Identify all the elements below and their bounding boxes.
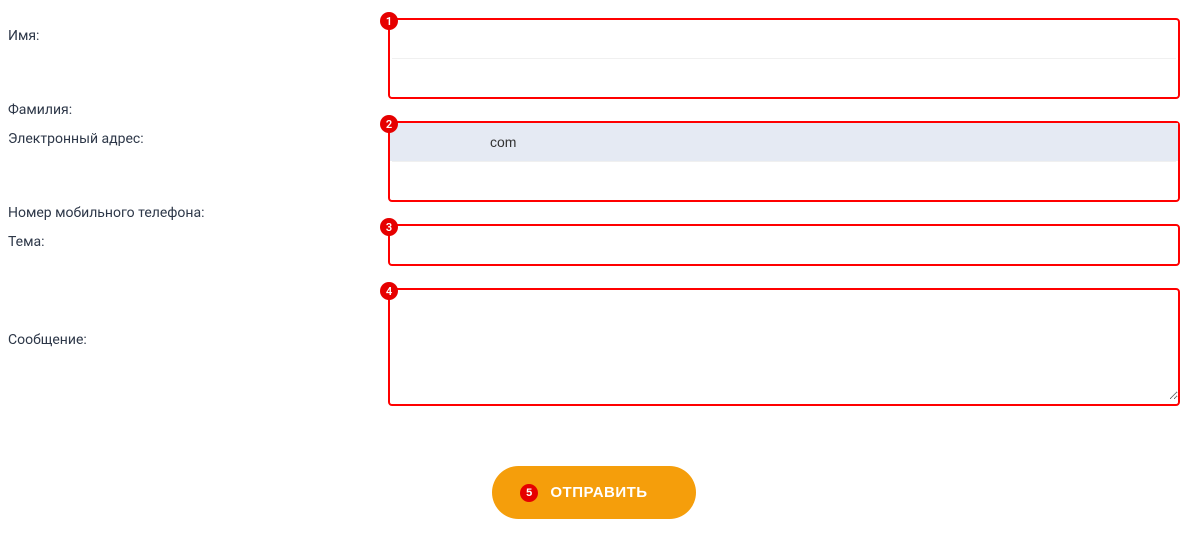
phone-input[interactable]	[390, 162, 1178, 200]
name-input[interactable]	[390, 20, 1178, 58]
name-surname-row: Имя: Фамилия: 1	[8, 18, 1180, 121]
message-textarea[interactable]	[390, 290, 1178, 400]
submit-button[interactable]: 5 ОТПРАВИТЬ	[492, 466, 695, 519]
subject-row: Тема: 3	[8, 224, 1180, 288]
email-label: Электронный адрес:	[8, 131, 388, 147]
email-phone-group: 2	[388, 121, 1180, 202]
label-column-4: Сообщение:	[8, 288, 388, 348]
badge-5: 5	[520, 484, 538, 502]
phone-label: Номер мобильного телефона:	[8, 205, 388, 221]
badge-3: 3	[380, 218, 398, 236]
contact-form: Имя: Фамилия: 1 Электронный адрес: Номер…	[0, 0, 1190, 519]
email-phone-row: Электронный адрес: Номер мобильного теле…	[8, 121, 1180, 224]
subject-input[interactable]	[390, 226, 1178, 264]
surname-label: Фамилия:	[8, 102, 388, 118]
badge-1: 1	[380, 12, 398, 30]
message-row: Сообщение: 4	[8, 288, 1180, 466]
subject-label: Тема:	[8, 234, 388, 250]
name-label: Имя:	[8, 28, 388, 44]
badge-4: 4	[380, 282, 398, 300]
message-label: Сообщение:	[8, 332, 388, 348]
label-column-3: Тема:	[8, 224, 388, 250]
message-group: 4	[388, 288, 1180, 406]
label-column-2: Электронный адрес: Номер мобильного теле…	[8, 121, 388, 221]
surname-input[interactable]	[390, 59, 1178, 97]
subject-group: 3	[388, 224, 1180, 266]
name-surname-group: 1	[388, 18, 1180, 99]
submit-row: 5 ОТПРАВИТЬ	[8, 466, 1180, 519]
label-column-1: Имя: Фамилия:	[8, 18, 388, 118]
badge-2: 2	[380, 115, 398, 133]
email-input[interactable]	[390, 123, 1178, 161]
submit-button-label: ОТПРАВИТЬ	[550, 484, 647, 501]
